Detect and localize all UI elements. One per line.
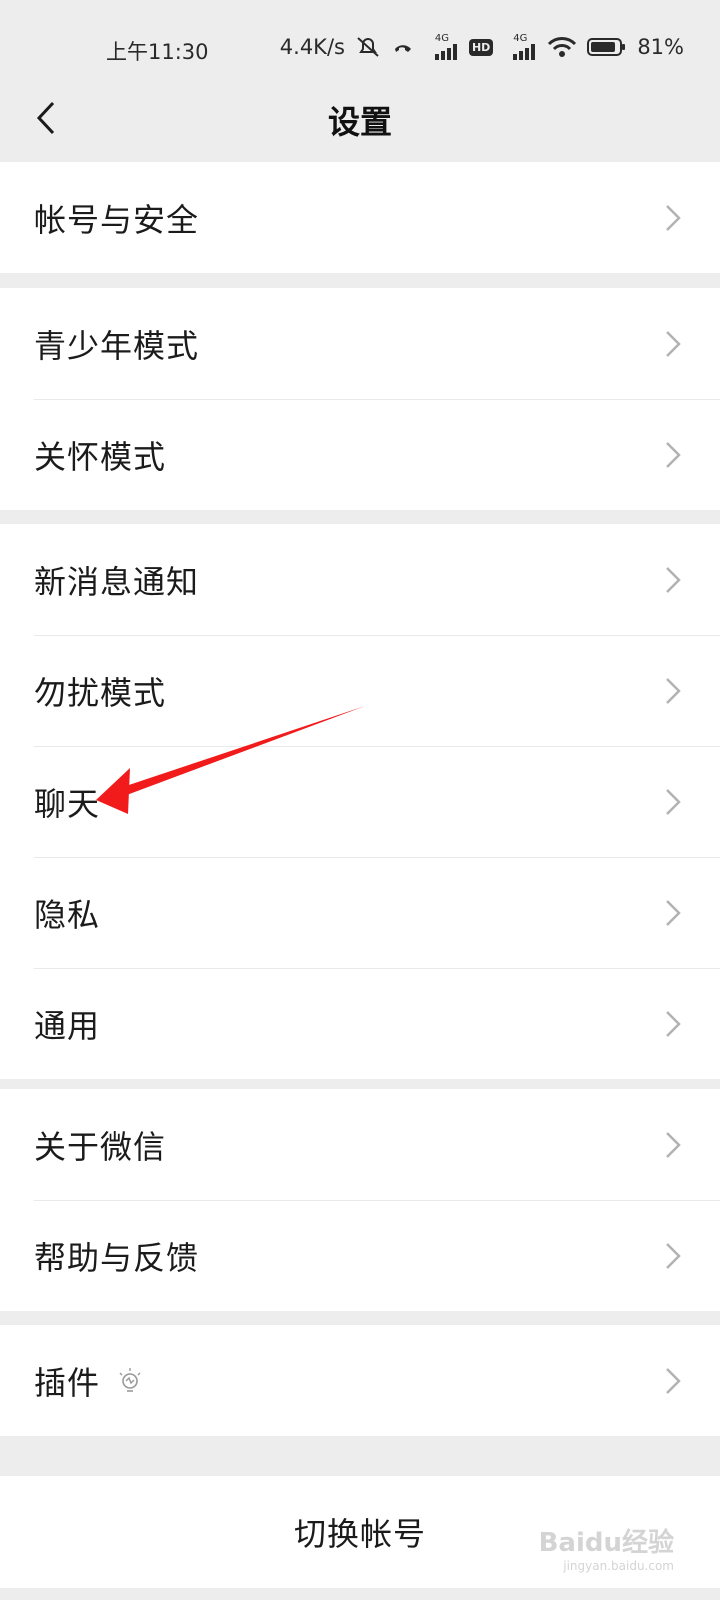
settings-item-care-mode[interactable]: 关怀模式 [0,399,720,510]
mute-bell-icon [355,35,381,59]
signal-icon-2: 4G [503,34,537,60]
settings-item-label: 插件 [34,1363,101,1402]
settings-item-notifications[interactable]: 新消息通知 [0,524,720,635]
settings-item-label: 通用 [34,1006,101,1045]
settings-item-label: 关于微信 [34,1127,167,1166]
settings-item-general[interactable]: 通用 [0,968,720,1079]
signal-icon-1: 4G [425,34,459,60]
chevron-right-icon [666,899,681,926]
lightbulb-icon [119,1367,141,1392]
switch-account-label: 切换帐号 [293,1515,426,1553]
settings-item-account-security[interactable]: 帐号与安全 [0,162,720,273]
status-icons: 4.4K/s 4G HD 4G 81% [280,34,684,60]
settings-item-help-feedback[interactable]: 帮助与反馈 [0,1200,720,1311]
settings-item-label: 帮助与反馈 [34,1238,200,1277]
chevron-right-icon [666,566,681,593]
settings-item-label: 隐私 [34,895,101,934]
settings-item-chat[interactable]: 聊天 [0,746,720,857]
nav-bar: 设置 [0,70,720,164]
chevron-right-icon [666,1367,681,1394]
settings-group-plugins: 插件 [0,1325,720,1436]
page-title: 设置 [327,103,392,141]
chevron-right-icon [666,330,681,357]
missed-call-icon [391,35,415,59]
settings-item-about-wechat[interactable]: 关于微信 [0,1089,720,1200]
settings-item-label: 帐号与安全 [34,200,200,239]
chevron-right-icon [666,1131,681,1158]
chevron-right-icon [666,677,681,704]
baidu-watermark: Baidu经验 jingyan.baidu.com [539,1522,674,1573]
chevron-right-icon [666,441,681,468]
settings-item-teen-mode[interactable]: 青少年模式 [0,288,720,399]
network-speed: 4.4K/s [279,35,345,59]
status-time: 上午11:30 [106,40,209,64]
chevron-right-icon [666,1242,681,1269]
watermark-url: jingyan.baidu.com [563,1559,674,1573]
settings-item-plugins[interactable]: 插件 [0,1325,720,1436]
settings-group-general: 新消息通知 勿扰模式 聊天 隐私 通用 [0,524,720,1079]
settings-item-label: 青少年模式 [34,326,200,365]
settings-item-label: 聊天 [34,784,101,823]
settings-item-privacy[interactable]: 隐私 [0,857,720,968]
settings-item-label: 勿扰模式 [34,673,167,712]
settings-group-about: 关于微信 帮助与反馈 [0,1089,720,1311]
hd-badge: HD [468,38,494,56]
settings-item-label: 新消息通知 [34,562,200,601]
battery-percent: 81% [637,35,684,59]
wifi-icon [547,36,577,58]
settings-item-label: 关怀模式 [34,437,167,476]
chevron-right-icon [666,788,681,815]
chevron-right-icon [666,204,681,231]
settings-item-do-not-disturb[interactable]: 勿扰模式 [0,635,720,746]
settings-group-modes: 青少年模式 关怀模式 [0,288,720,510]
battery-icon [587,37,627,57]
settings-group-account: 帐号与安全 [0,162,720,273]
watermark-brand: Baidu经验 [538,1528,674,1558]
chevron-right-icon [666,1010,681,1037]
